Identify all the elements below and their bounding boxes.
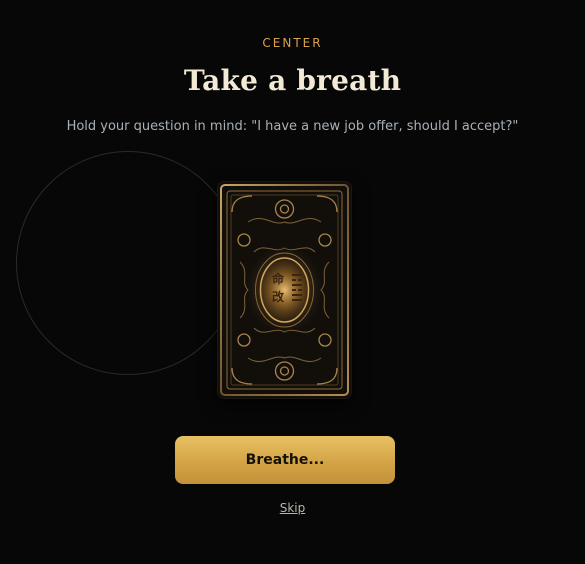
card-glyph-top: 命 (271, 271, 285, 286)
skip-row: Skip (0, 501, 585, 515)
card-back-art: 命 改 (218, 182, 351, 398)
page-title: Take a breath (183, 64, 402, 97)
breath-circle (16, 151, 240, 375)
card-glyph-bottom: 改 (272, 289, 285, 304)
skip-link[interactable]: Skip (280, 501, 306, 515)
tarot-card: 命 改 (218, 182, 351, 398)
step-label: CENTER (262, 36, 323, 50)
question-prompt: Hold your question in mind: "I have a ne… (66, 119, 519, 134)
breathe-button[interactable]: Breathe... (175, 436, 395, 484)
